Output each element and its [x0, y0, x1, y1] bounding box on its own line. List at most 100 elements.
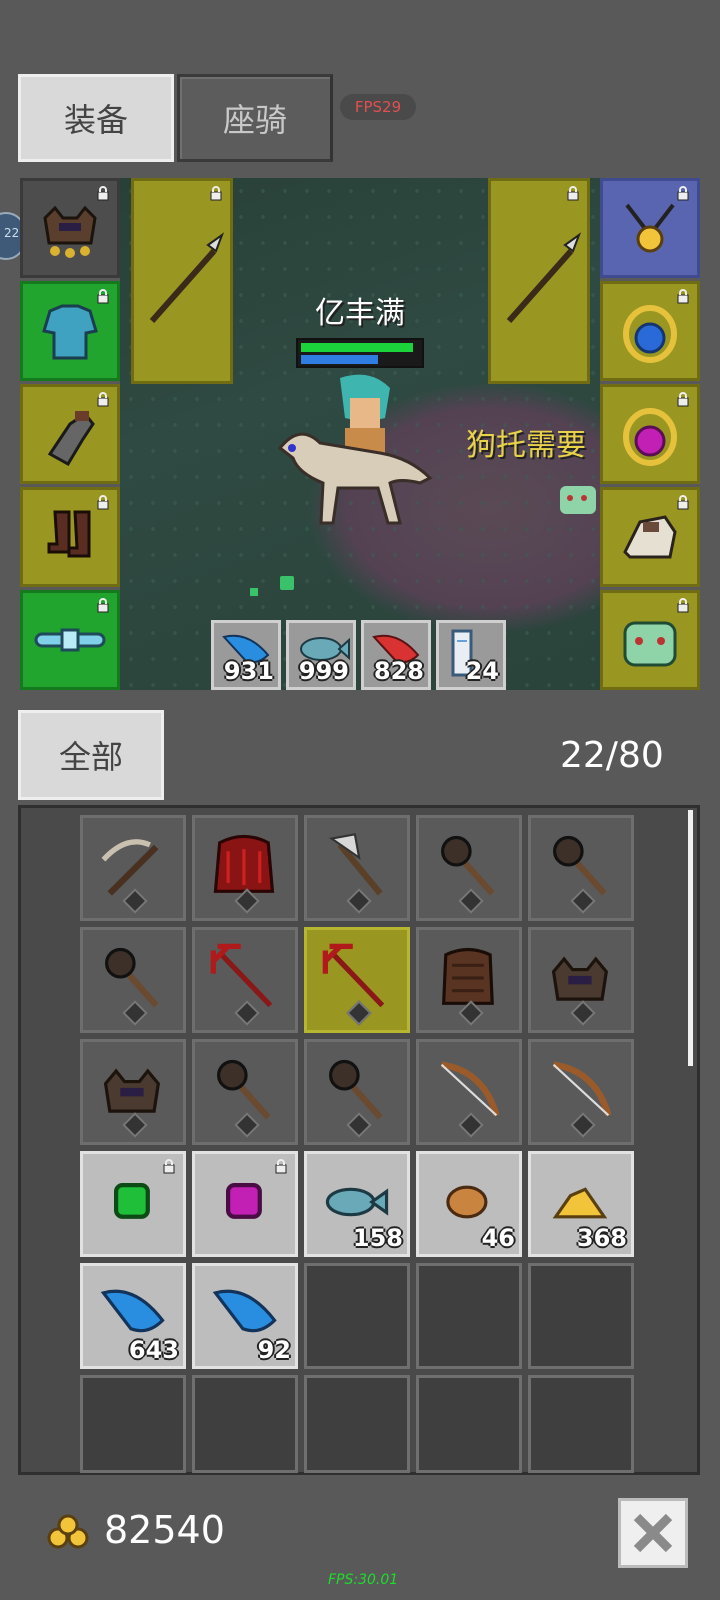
- quick-slot-3[interactable]: 828: [361, 620, 431, 690]
- mount-icon: [623, 515, 677, 559]
- sapphire-ring-icon: [623, 305, 677, 363]
- inventory-slot[interactable]: [528, 927, 634, 1033]
- inventory-count: 22/80: [560, 735, 664, 776]
- fps-badge: FPS29: [340, 94, 416, 120]
- grass-sparkle: [250, 588, 258, 596]
- spear-icon: [149, 232, 225, 323]
- equip-slot-boots[interactable]: [20, 487, 120, 587]
- pet-icon: [623, 621, 677, 667]
- inventory-slot[interactable]: [192, 1039, 298, 1145]
- quick-slot-qty: 828: [373, 657, 424, 685]
- grass-sparkle: [280, 576, 294, 590]
- inventory-scrollbar[interactable]: [688, 810, 693, 1066]
- quick-slot-qty: 999: [298, 657, 349, 685]
- equip-slot-off-weapon[interactable]: [488, 178, 590, 384]
- inventory-slot[interactable]: [304, 927, 410, 1033]
- lock-icon: [567, 186, 579, 201]
- green-gem-icon: [114, 1183, 150, 1219]
- lock-icon: [97, 186, 109, 201]
- inventory-slot-qty: 368: [576, 1224, 627, 1252]
- hp-mp-bar: [296, 338, 424, 368]
- equip-slot-belt[interactable]: [20, 590, 120, 690]
- lock-icon: [163, 1159, 175, 1174]
- purple-gem-icon: [226, 1183, 262, 1219]
- lock-icon: [97, 289, 109, 304]
- boots-icon: [47, 510, 91, 558]
- equip-slot-helmet[interactable]: [20, 178, 120, 278]
- quick-slot-qty: 931: [223, 657, 274, 685]
- lock-icon: [97, 598, 109, 613]
- lock-icon: [677, 495, 689, 510]
- equip-slot-pet[interactable]: [600, 590, 700, 690]
- lock-icon: [210, 186, 222, 201]
- quick-slot-1[interactable]: 931: [211, 620, 281, 690]
- side-badge-label: 22: [4, 226, 20, 240]
- inventory-slot-empty[interactable]: [416, 1263, 522, 1369]
- inventory-slot-qty: 643: [128, 1336, 179, 1364]
- hp-fill: [301, 343, 413, 352]
- amulet-icon: [625, 203, 675, 253]
- inventory-slot-empty[interactable]: [528, 1263, 634, 1369]
- horned-helmet-icon: [43, 205, 97, 258]
- quick-slot-qty: 24: [465, 657, 499, 685]
- character-sprite: [277, 374, 433, 525]
- equip-slot-gloves[interactable]: [20, 384, 120, 484]
- inventory-slot-qty: 92: [257, 1336, 291, 1364]
- inventory-slot[interactable]: [80, 1151, 186, 1257]
- equip-slot-main-weapon[interactable]: [131, 178, 233, 384]
- close-button[interactable]: [618, 1498, 688, 1568]
- gold-amount: 82540: [104, 1508, 225, 1552]
- lock-icon: [97, 495, 109, 510]
- equip-slot-necklace[interactable]: [600, 178, 700, 278]
- inventory-slot[interactable]: [192, 815, 298, 921]
- lock-icon: [677, 186, 689, 201]
- lock-icon: [677, 392, 689, 407]
- inventory-slot[interactable]: 643: [80, 1263, 186, 1369]
- inventory-slot[interactable]: [80, 1039, 186, 1145]
- inventory-slot[interactable]: [80, 927, 186, 1033]
- tab-equipment[interactable]: 装备: [18, 74, 174, 162]
- equip-slot-ring-2[interactable]: [600, 384, 700, 484]
- close-icon: [633, 1513, 673, 1553]
- inventory-slot[interactable]: 92: [192, 1263, 298, 1369]
- lock-icon: [677, 289, 689, 304]
- inventory-slot[interactable]: [304, 815, 410, 921]
- inventory-slot[interactable]: [80, 815, 186, 921]
- inventory-slot[interactable]: [304, 1039, 410, 1145]
- inventory-slot[interactable]: [528, 1039, 634, 1145]
- fps-footer: FPS:30.01: [328, 1572, 399, 1588]
- inventory-slot[interactable]: [192, 1151, 298, 1257]
- equip-slot-mount[interactable]: [600, 487, 700, 587]
- inventory-slot-empty[interactable]: [192, 1375, 298, 1473]
- inventory-slot-empty[interactable]: [416, 1375, 522, 1473]
- overlay-chat-text: 狗托需要: [466, 428, 586, 463]
- equip-slot-ring-1[interactable]: [600, 281, 700, 381]
- inventory-slot-empty[interactable]: [528, 1375, 634, 1473]
- inventory-slot-empty[interactable]: [304, 1375, 410, 1473]
- inventory-slot[interactable]: [192, 927, 298, 1033]
- inventory-slot-qty: 158: [352, 1224, 403, 1252]
- inventory-slot-qty: 46: [481, 1224, 515, 1252]
- inventory-slot-empty[interactable]: [80, 1375, 186, 1473]
- lock-icon: [677, 598, 689, 613]
- belt-icon: [34, 628, 106, 652]
- quick-slot-2[interactable]: 999: [286, 620, 356, 690]
- gold-coins-icon: [47, 1514, 89, 1549]
- inventory-slot[interactable]: 46: [416, 1151, 522, 1257]
- inventory-slot[interactable]: [416, 815, 522, 921]
- chainmail-icon: [42, 304, 98, 360]
- inventory-slot[interactable]: 368: [528, 1151, 634, 1257]
- inventory-slot[interactable]: [528, 815, 634, 921]
- quick-slot-4[interactable]: 24: [436, 620, 506, 690]
- inventory-slot[interactable]: 158: [304, 1151, 410, 1257]
- tab-mount[interactable]: 座骑: [177, 74, 333, 162]
- filter-all-tab[interactable]: 全部: [18, 710, 164, 800]
- equip-slot-armor[interactable]: [20, 281, 120, 381]
- inventory-slot-empty[interactable]: [304, 1263, 410, 1369]
- lock-icon: [275, 1159, 287, 1174]
- inventory-slot[interactable]: [416, 927, 522, 1033]
- gauntlet-icon: [47, 411, 95, 467]
- mp-fill: [301, 355, 378, 364]
- lock-icon: [97, 392, 109, 407]
- inventory-slot[interactable]: [416, 1039, 522, 1145]
